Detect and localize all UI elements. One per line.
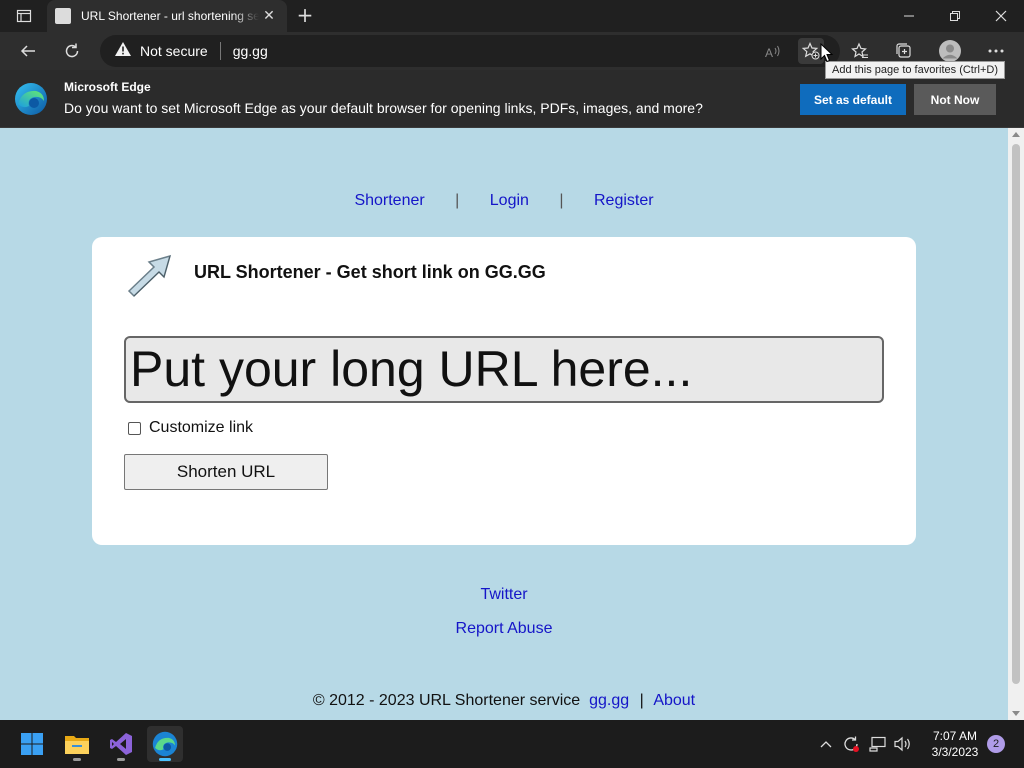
nav-link-shortener[interactable]: Shortener xyxy=(354,192,424,209)
report-row: Report Abuse xyxy=(0,620,1008,638)
address-bar[interactable]: Not secure gg.gg A xyxy=(100,35,840,67)
report-abuse-link[interactable]: Report Abuse xyxy=(456,620,553,637)
scrollbar-thumb[interactable] xyxy=(1012,144,1020,684)
clock-time: 7:07 AM xyxy=(932,729,978,743)
twitter-row: Twitter xyxy=(0,586,1008,604)
nav-separator: | xyxy=(455,192,460,209)
arrow-logo-icon xyxy=(127,254,172,298)
close-window-icon[interactable] xyxy=(978,0,1024,32)
nav-separator: | xyxy=(559,192,564,209)
page-content: Shortener | Login | Register URL Shorten… xyxy=(0,128,1008,720)
back-icon[interactable] xyxy=(12,35,44,67)
svg-text:A: A xyxy=(765,46,773,60)
shorten-url-button[interactable]: Shorten URL xyxy=(124,454,328,490)
not-now-button[interactable]: Not Now xyxy=(914,84,996,115)
customize-link-row[interactable]: Customize link xyxy=(128,419,253,437)
edge-taskbar-icon[interactable] xyxy=(147,726,183,762)
customize-link-label[interactable]: Customize link xyxy=(149,419,253,437)
copyright-text: © 2012 - 2023 URL Shortener service xyxy=(312,692,581,709)
mouse-cursor-icon xyxy=(820,43,834,63)
security-status[interactable]: Not secure xyxy=(140,43,208,59)
tab-close-icon[interactable]: ✕ xyxy=(259,8,279,24)
running-indicator xyxy=(117,758,125,761)
network-icon[interactable] xyxy=(868,734,888,754)
page-title: URL Shortener - Get short link on GG.GG xyxy=(194,262,546,282)
edge-logo-icon xyxy=(15,83,47,115)
twitter-link[interactable]: Twitter xyxy=(480,586,527,603)
notification-count-badge[interactable]: 2 xyxy=(987,735,1005,753)
long-url-input[interactable]: Put your long URL here... xyxy=(124,336,884,403)
volume-icon[interactable] xyxy=(893,734,913,754)
new-tab-icon[interactable]: + xyxy=(293,4,317,28)
footer-copyright: © 2012 - 2023 URL Shortener service gg.g… xyxy=(0,692,1008,710)
infobar-title: Microsoft Edge xyxy=(64,80,151,94)
nav-link-login[interactable]: Login xyxy=(490,192,529,209)
active-indicator xyxy=(159,758,171,761)
tab-actions-icon[interactable] xyxy=(8,4,40,28)
running-indicator xyxy=(73,758,81,761)
infobar-message: Do you want to set Microsoft Edge as you… xyxy=(64,100,703,116)
tab-title: URL Shortener - url shortening service xyxy=(81,9,259,23)
update-sync-icon[interactable] xyxy=(841,734,861,754)
clock-date: 3/3/2023 xyxy=(931,745,979,759)
system-clock[interactable]: 7:07 AM 3/3/2023 xyxy=(920,728,990,760)
favorites-tooltip: Add this page to favorites (Ctrl+D) xyxy=(825,61,1005,79)
site-link[interactable]: gg.gg xyxy=(589,692,629,709)
nav-link-register[interactable]: Register xyxy=(594,192,654,209)
file-explorer-icon[interactable] xyxy=(59,726,95,762)
customize-link-checkbox[interactable] xyxy=(128,421,141,435)
browser-title-bar: URL Shortener - url shortening service ✕… xyxy=(0,0,1024,32)
minimize-icon[interactable] xyxy=(886,0,932,32)
show-hidden-icons-icon[interactable] xyxy=(816,734,836,754)
footer-separator: | xyxy=(639,692,644,709)
page-scrollbar[interactable] xyxy=(1008,128,1024,720)
url-text[interactable]: gg.gg xyxy=(233,43,268,59)
read-aloud-icon[interactable]: A xyxy=(762,41,784,63)
visual-studio-icon[interactable] xyxy=(103,726,139,762)
favicon-icon xyxy=(55,8,71,24)
top-nav: Shortener | Login | Register xyxy=(0,192,1008,210)
shortener-card: URL Shortener - Get short link on GG.GG … xyxy=(92,237,916,545)
windows-taskbar: 7:07 AM 3/3/2023 xyxy=(0,720,1024,768)
warning-icon[interactable] xyxy=(114,41,132,61)
browser-tab-active[interactable]: URL Shortener - url shortening service ✕ xyxy=(47,0,287,32)
restore-icon[interactable] xyxy=(932,0,978,32)
start-icon[interactable] xyxy=(14,726,50,762)
address-divider xyxy=(219,42,221,60)
refresh-icon[interactable] xyxy=(56,35,88,67)
scroll-down-icon[interactable] xyxy=(1012,711,1020,716)
set-as-default-button[interactable]: Set as default xyxy=(800,84,906,115)
about-link[interactable]: About xyxy=(653,692,695,709)
scroll-up-icon[interactable] xyxy=(1012,132,1020,137)
